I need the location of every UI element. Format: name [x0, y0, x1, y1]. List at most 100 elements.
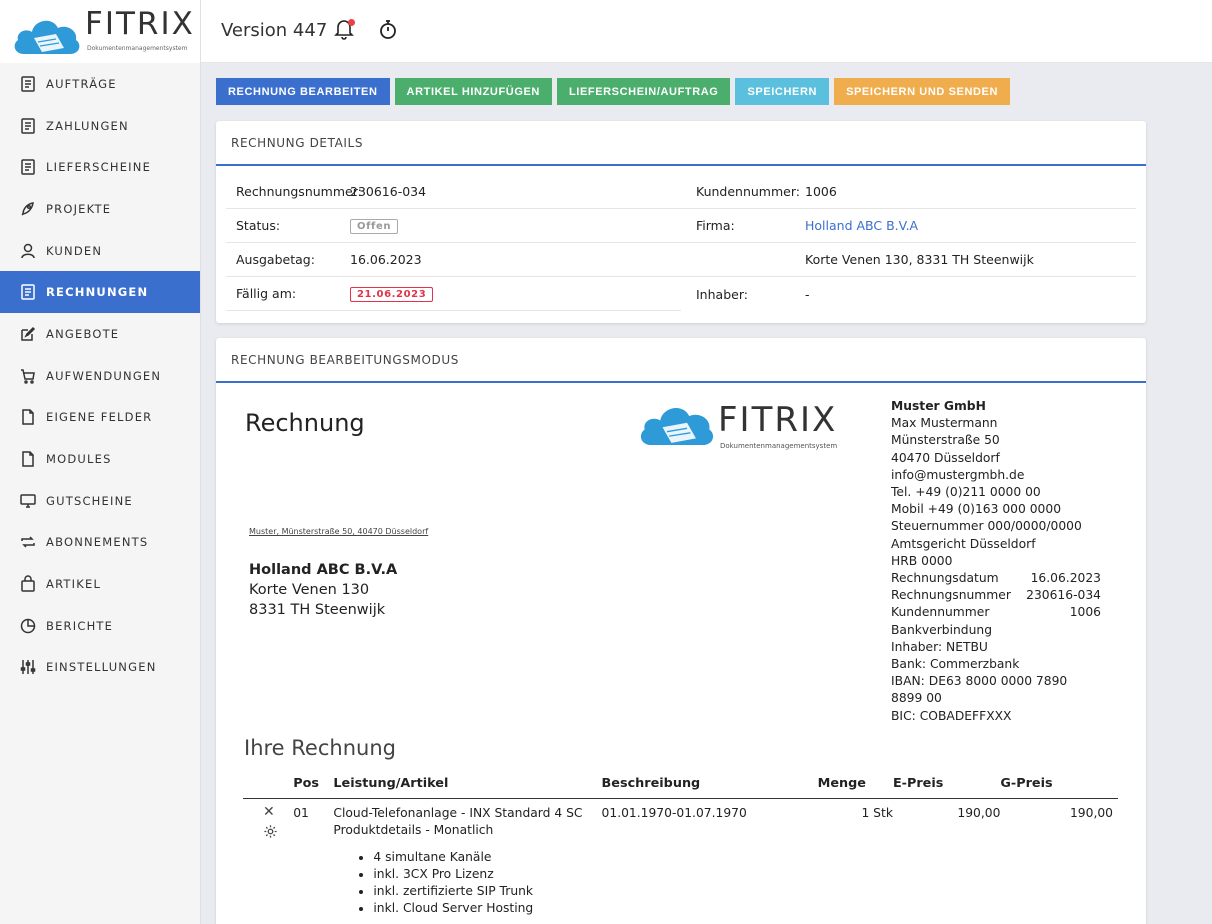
detail-row-issue-date: Ausgabetag: 16.06.2023: [226, 243, 681, 277]
sender-line: Münsterstraße 50: [891, 433, 1000, 448]
sender-kv-row: Kundennummer 1006: [891, 604, 1101, 621]
save-and-send-button[interactable]: SPEICHERN UND SENDEN: [834, 78, 1011, 105]
save-button[interactable]: SPEICHERN: [735, 78, 830, 105]
sidebar-item-aufwendungen[interactable]: AUFWENDUNGEN: [0, 355, 200, 397]
sender-block[interactable]: Muster GmbH Max Mustermann Münsterstraße …: [891, 398, 1101, 725]
delivery-note-button[interactable]: LIEFERSCHEIN/AUFTRAG: [556, 78, 731, 105]
sidebar-item-aufträge[interactable]: AUFTRÄGE: [0, 63, 200, 105]
add-article-button[interactable]: ARTIKEL HINZUFÜGEN: [394, 78, 552, 105]
row-unit-price: 190,00: [957, 805, 1001, 820]
sender-kv-value: 16.06.2023: [1030, 571, 1101, 586]
row-article-cell[interactable]: Cloud-Telefonanlage - INX Standard 4 SC …: [333, 798, 586, 917]
detail-row-status: Status: Offen: [226, 209, 681, 243]
sender-line: Amtsgericht Düsseldorf: [891, 536, 1036, 551]
sender-line: Max Mustermann: [891, 416, 998, 431]
sidebar-item-label: ANGEBOTE: [46, 326, 120, 341]
logo-text: FITRIX: [85, 6, 195, 42]
sidebar-item-zahlungen[interactable]: ZAHLUNGEN: [0, 105, 200, 147]
document-logo[interactable]: FITRIX Dokumentenmanagementsystem: [638, 400, 837, 454]
sidebar-item-eigene-felder[interactable]: EIGENE FELDER: [0, 397, 200, 439]
table-row: ✕ 01 Cloud-Telefonanlage - INX Standard …: [243, 798, 1118, 917]
logo-tagline: Dokumentenmanagementsystem: [720, 442, 838, 450]
sidebar-item-angebote[interactable]: ANGEBOTE: [0, 313, 200, 355]
sidebar-item-gutscheine[interactable]: GUTSCHEINE: [0, 480, 200, 522]
stopwatch-icon[interactable]: [378, 19, 398, 41]
action-toolbar: RECHNUNG BEARBEITEN ARTIKEL HINZUFÜGEN L…: [216, 78, 1011, 105]
sidebar-item-rechnungen[interactable]: RECHNUNGEN: [0, 271, 200, 314]
sender-line: Steuernummer 000/0000/0000: [891, 519, 1082, 534]
sender-kv-key: Kundennummer: [891, 605, 990, 620]
row-bullets: 4 simultane Kanäle inkl. 3CX Pro Lizenz …: [373, 849, 586, 917]
detail-row-address: Korte Venen 130, 8331 TH Steenwijk: [681, 243, 1136, 277]
app-logo[interactable]: FITRIX Dokumentenmanagementsystem: [0, 0, 200, 63]
sidebar-item-lieferscheine[interactable]: LIEFERSCHEINE: [0, 146, 200, 188]
sidebar-item-label: BERICHTE: [46, 618, 114, 633]
sidebar-item-label: EIGENE FELDER: [46, 410, 153, 425]
customer-number-value: 1006: [805, 184, 837, 199]
sender-bank-line: Inhaber: NETBU: [891, 639, 988, 654]
sidebar-item-berichte[interactable]: BERICHTE: [0, 605, 200, 647]
sidebar-item-kunden[interactable]: KUNDEN: [0, 230, 200, 272]
due-date-badge: 21.06.2023: [350, 287, 434, 302]
return-address: Muster, Münsterstraße 50, 40470 Düsseldo…: [249, 527, 429, 536]
sender-bank-line: Bankverbindung: [891, 622, 992, 637]
pie-chart-icon: [19, 617, 37, 635]
recipient-block[interactable]: Holland ABC B.V.A Korte Venen 130 8331 T…: [249, 560, 397, 620]
cloud-logo-icon: [640, 408, 714, 446]
list-item: inkl. Cloud Server Hosting: [373, 900, 586, 917]
detail-label: Fällig am:: [236, 286, 297, 301]
sidebar-item-einstellungen[interactable]: EINSTELLUNGEN: [0, 647, 200, 689]
row-description: 01.01.1970-01.07.1970: [601, 805, 747, 820]
sender-kv-key: Rechnungsnummer: [891, 588, 1011, 603]
col-pos: Pos: [293, 770, 334, 799]
repeat-icon: [19, 533, 37, 551]
sidebar-item-artikel[interactable]: ARTIKEL: [0, 563, 200, 605]
sidebar-item-label: RECHNUNGEN: [46, 285, 149, 300]
logo-text: FITRIX: [718, 400, 838, 440]
sender-company: Muster GmbH: [891, 399, 986, 413]
row-total: 190,00: [1069, 805, 1113, 820]
edit-invoice-button[interactable]: RECHNUNG BEARBEITEN: [216, 78, 390, 105]
monitor-icon: [19, 492, 37, 510]
document-icon: [19, 117, 37, 135]
gear-icon[interactable]: [263, 824, 278, 839]
owner-value: -: [805, 286, 810, 302]
sender-line: 40470 Düsseldorf: [891, 450, 1000, 465]
invoice-number-value: 230616-034: [350, 184, 427, 199]
row-details: Produktdetails - Monatlich: [333, 822, 494, 837]
detail-row-invoice-number: Rechnungsnummer: 230616-034: [226, 175, 681, 209]
version-label: Version 447: [221, 20, 328, 41]
section-heading: Ihre Rechnung: [244, 736, 396, 760]
detail-label: Kundennummer:: [696, 184, 800, 199]
sidebar-item-label: AUFWENDUNGEN: [46, 368, 162, 383]
detail-row-customer-number: Kundennummer: 1006: [681, 175, 1136, 209]
document-title[interactable]: Rechnung: [245, 409, 365, 437]
recipient-name: Holland ABC B.V.A: [249, 562, 398, 578]
status-badge: Offen: [350, 219, 399, 234]
sidebar-item-label: ARTIKEL: [46, 577, 102, 592]
invoice-items-table: Pos Leistung/Artikel Beschreibung Menge …: [243, 770, 1118, 917]
cart-icon: [19, 367, 37, 385]
sender-line: info@mustergmbh.de: [891, 467, 1025, 482]
sender-bank-line: 8899 00: [891, 691, 942, 706]
invoice-editor-card: RECHNUNG BEARBEITUNGSMODUS Rechnung FITR…: [216, 338, 1146, 924]
sidebar-item-projekte[interactable]: PROJEKTE: [0, 188, 200, 230]
company-link[interactable]: Holland ABC B.V.A: [805, 218, 1136, 233]
col-description: Beschreibung: [586, 770, 818, 799]
list-item: inkl. 3CX Pro Lizenz: [373, 866, 586, 883]
sidebar-item-abonnements[interactable]: ABONNEMENTS: [0, 522, 200, 564]
sliders-icon: [19, 658, 37, 676]
edit-icon: [19, 325, 37, 343]
topbar: Version 447: [201, 0, 1212, 63]
col-total: G-Preis: [1000, 770, 1118, 799]
cloud-logo-icon: [14, 20, 80, 54]
company-address-value: Korte Venen 130, 8331 TH Steenwijk: [805, 252, 1034, 267]
details-card-title: RECHNUNG DETAILS: [216, 121, 1146, 166]
delete-row-icon[interactable]: ✕: [263, 805, 293, 819]
sender-kv-row: Rechnungsdatum 16.06.2023: [891, 570, 1101, 587]
list-item: inkl. zertifizierte SIP Trunk: [373, 883, 586, 900]
sidebar-item-label: ABONNEMENTS: [46, 535, 149, 550]
sidebar-item-modules[interactable]: MODULES: [0, 438, 200, 480]
sidebar-item-label: MODULES: [46, 452, 112, 467]
document-icon: [19, 283, 37, 301]
